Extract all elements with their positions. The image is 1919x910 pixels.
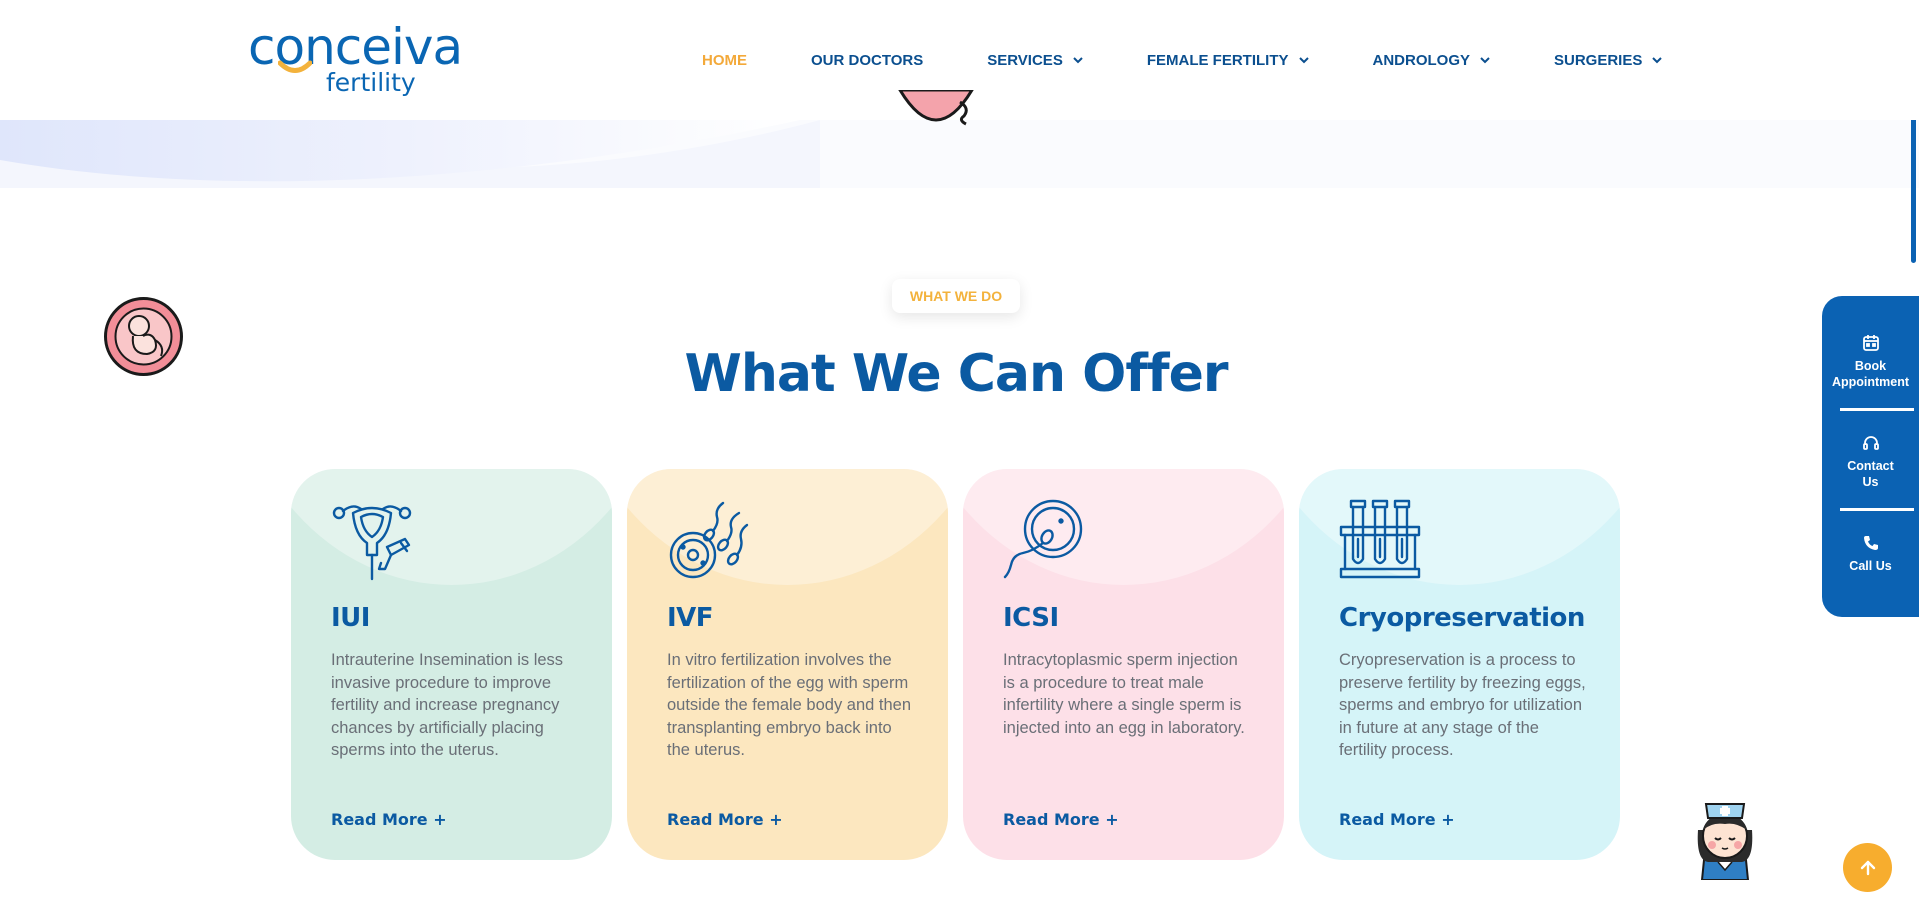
chevron-down-icon: [1298, 56, 1309, 64]
card-title: ICSI: [1003, 603, 1059, 633]
panel-divider: [1840, 408, 1914, 411]
read-more-link[interactable]: Read More +: [1339, 810, 1455, 829]
chevron-down-icon: [1073, 56, 1083, 64]
scrollbar-thumb[interactable]: [1911, 113, 1916, 263]
main-nav: HOME OUR DOCTORS SERVICES FEMALE FERTILI…: [702, 46, 1663, 74]
conceiva-logo[interactable]: conceiva fertility: [248, 18, 488, 98]
contact-us-label: Contact Us: [1847, 459, 1894, 489]
nurse-mascot-icon[interactable]: [1690, 790, 1760, 881]
nav-home[interactable]: HOME: [702, 52, 747, 69]
book-appointment-button[interactable]: Book Appointment: [1822, 334, 1919, 390]
card-description: Intracytoplasmic sperm injection is a pr…: [1003, 651, 1245, 737]
nav-our-doctors-label: OUR DOCTORS: [811, 51, 924, 69]
nav-female-fertility[interactable]: FEMALE FERTILITY: [1147, 52, 1309, 69]
service-card-ivf: IVF In vitro fertilization involves the …: [627, 469, 948, 860]
nav-female-fertility-label: FEMALE FERTILITY: [1146, 51, 1289, 69]
chevron-down-icon: [1480, 56, 1490, 64]
read-more-link[interactable]: Read More +: [331, 810, 447, 829]
read-more-link[interactable]: Read More +: [1003, 810, 1119, 829]
nav-andrology-label: ANDROLOGY: [1372, 51, 1471, 69]
back-to-top-button[interactable]: [1843, 843, 1892, 892]
section-eyebrow: WHAT WE DO: [892, 279, 1020, 313]
panel-divider: [1840, 508, 1914, 511]
nav-surgeries-label: SURGERIES: [1554, 51, 1643, 69]
test-tubes-icon: [1339, 499, 1421, 581]
contact-us-button[interactable]: Contact Us: [1822, 434, 1919, 490]
phone-icon: [1863, 536, 1878, 550]
chevron-down-icon: [1652, 56, 1663, 64]
quick-actions-panel: Book Appointment Contact Us Call Us: [1822, 296, 1919, 617]
service-card-cryopreservation: Cryopreservation Cryopreservation is a p…: [1299, 469, 1620, 860]
arrow-up-icon: [1860, 860, 1875, 875]
nav-surgeries[interactable]: SURGERIES: [1554, 51, 1663, 69]
call-us-label: Call Us: [1849, 559, 1892, 573]
logo-smile-icon: [278, 60, 312, 73]
nav-our-doctors[interactable]: OUR DOCTORS: [811, 52, 923, 69]
card-title: IVF: [667, 603, 714, 633]
card-title: IUI: [331, 603, 370, 633]
nav-services[interactable]: SERVICES: [987, 52, 1083, 69]
card-title: Cryopreservation: [1339, 603, 1585, 633]
logo-tagline: fertility: [326, 68, 416, 97]
service-card-iui: IUI Intrauterine Insemination is less in…: [291, 469, 612, 860]
read-more-link[interactable]: Read More +: [667, 810, 783, 829]
uterus-icon: [331, 499, 413, 581]
headset-icon: [1862, 436, 1879, 450]
egg-sperm-icon: [667, 499, 749, 581]
book-appointment-label: Book Appointment: [1831, 359, 1910, 389]
card-description: In vitro fertilization involves the fert…: [667, 651, 912, 759]
call-us-button[interactable]: Call Us: [1822, 534, 1919, 574]
service-card-icsi: ICSI Intracytoplasmic sperm injection is…: [963, 469, 1284, 860]
nav-andrology[interactable]: ANDROLOGY: [1373, 52, 1491, 69]
section-title: What We Can Offer: [684, 344, 1228, 404]
card-description: Intrauterine Insemination is less invasi…: [331, 651, 564, 759]
sperm-injection-icon: [1003, 499, 1085, 581]
calendar-icon: [1862, 335, 1879, 351]
fetus-icon: [896, 88, 976, 140]
card-description: Cryopreservation is a process to preserv…: [1339, 651, 1586, 759]
nav-home-label: HOME: [702, 51, 747, 69]
nav-services-label: SERVICES: [987, 51, 1063, 69]
